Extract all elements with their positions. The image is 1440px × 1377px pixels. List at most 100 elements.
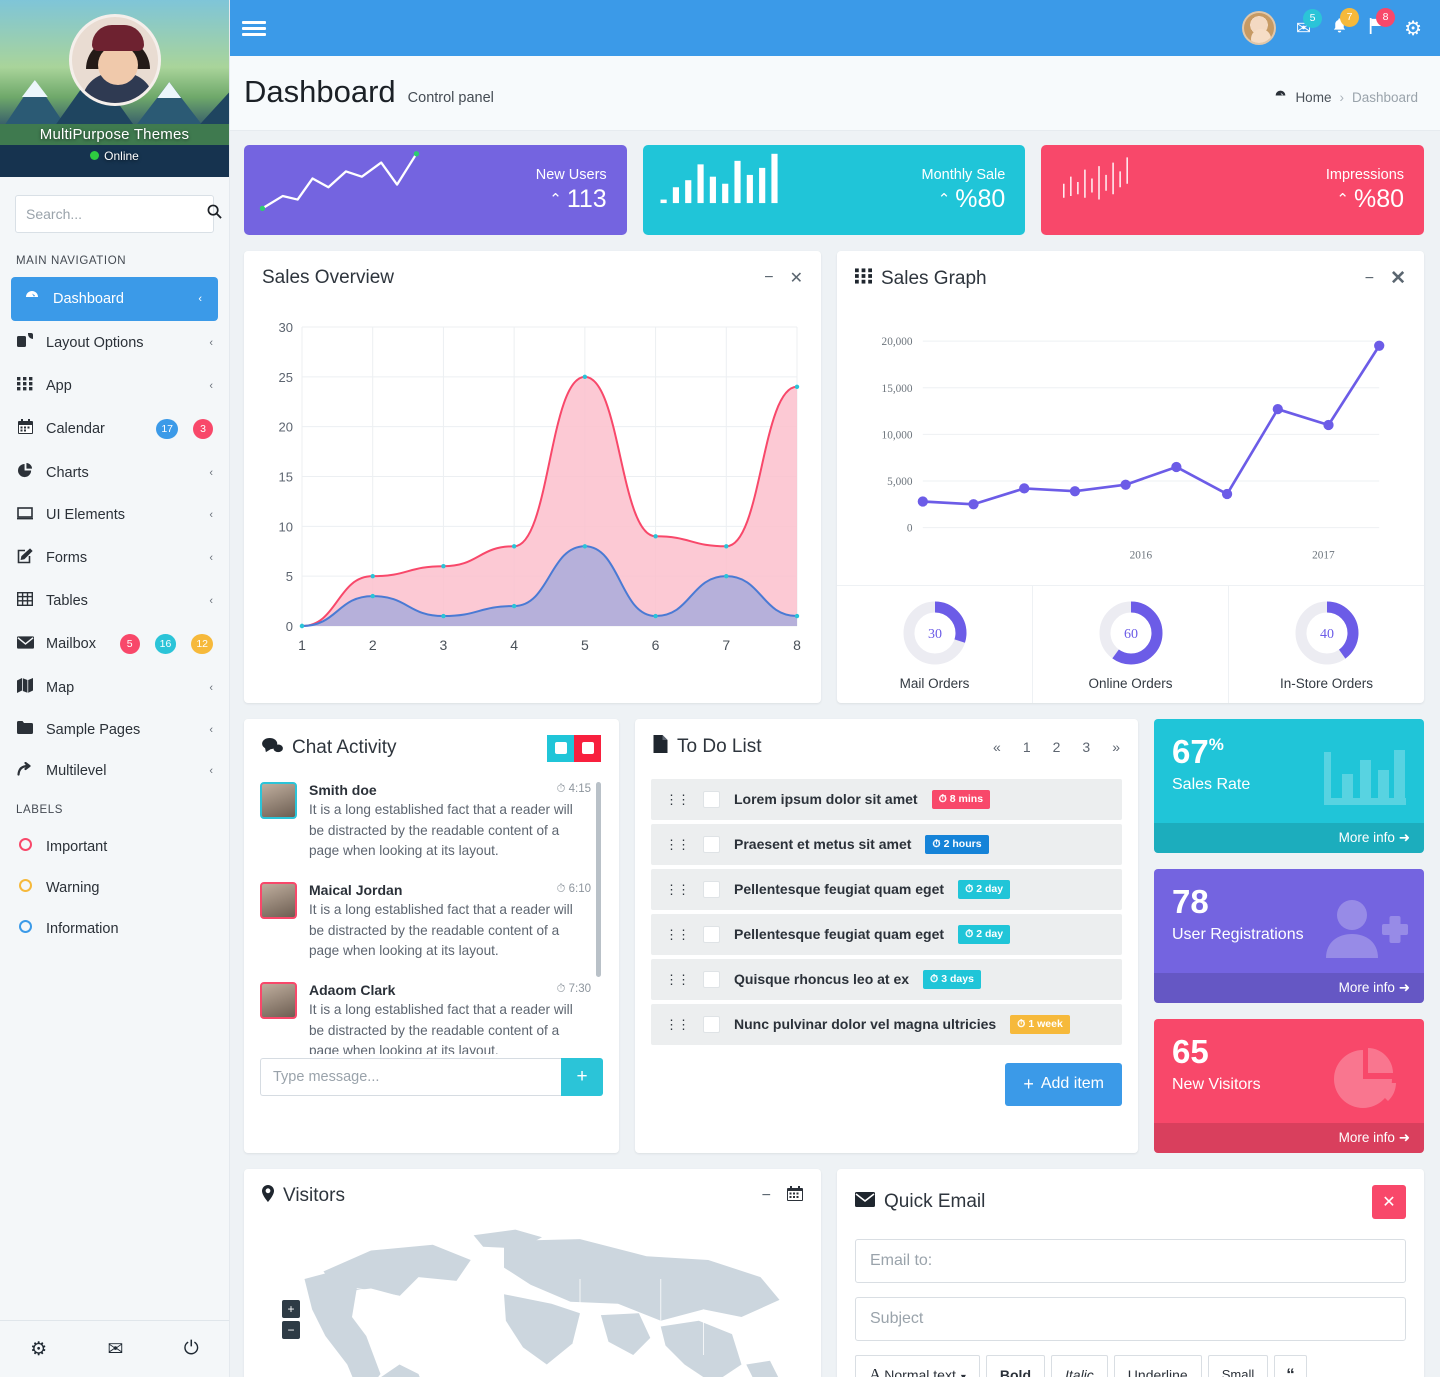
drag-handle-icon[interactable]: ⋮⋮ bbox=[665, 928, 690, 941]
gear-icon[interactable]: ⚙ bbox=[30, 1338, 47, 1361]
chat-toggle-right[interactable] bbox=[574, 734, 601, 762]
zoom-in-button[interactable]: + bbox=[282, 1299, 300, 1318]
format-small-button[interactable]: Small bbox=[1207, 1354, 1269, 1377]
format-label: “ bbox=[1286, 1364, 1295, 1377]
card-title: Sales Graph bbox=[881, 267, 987, 289]
gear-icon[interactable]: ⚙ bbox=[1404, 16, 1422, 41]
envelope-icon[interactable]: ✉ 5 bbox=[1296, 8, 1323, 39]
close-icon[interactable]: ✕ bbox=[1390, 267, 1406, 290]
pagination-1[interactable]: 1 bbox=[1023, 739, 1031, 755]
stat-card-new-users[interactable]: New Users ⌃ 113 bbox=[244, 145, 627, 235]
minimize-icon[interactable]: − bbox=[762, 1187, 771, 1205]
sidebar-item-label: Mailbox bbox=[46, 636, 96, 652]
todo-item[interactable]: ⋮⋮ Quisque rhoncus leo at ex ⏱ 3 days bbox=[651, 958, 1122, 1000]
add-item-button[interactable]: + Add item bbox=[1005, 1062, 1122, 1106]
svg-text:4: 4 bbox=[510, 637, 518, 653]
sidebar-item-app[interactable]: App ‹ bbox=[0, 365, 229, 407]
search-box[interactable] bbox=[15, 195, 222, 233]
chat-message[interactable]: Smith doe ⏱ 4:15 It is a long established … bbox=[260, 776, 591, 876]
sidebar-item-sample-pages[interactable]: Sample Pages ‹ bbox=[0, 709, 229, 750]
search-icon[interactable] bbox=[207, 204, 222, 224]
visitors-map[interactable]: + − bbox=[244, 1221, 821, 1377]
chevron-left-icon: ‹ bbox=[209, 595, 213, 607]
drag-handle-icon[interactable]: ⋮⋮ bbox=[665, 883, 690, 896]
infobox-more-link[interactable]: More info ➜ bbox=[1154, 972, 1424, 1003]
sidebar-item-dashboard[interactable]: Dashboard ‹ bbox=[11, 277, 218, 321]
flag-icon[interactable]: 8 bbox=[1368, 7, 1396, 40]
sidebar-item-ui-elements[interactable]: UI Elements ‹ bbox=[0, 494, 229, 536]
todo-checkbox[interactable] bbox=[703, 880, 720, 898]
envelope-icon[interactable]: ✉ bbox=[108, 1338, 124, 1361]
sidebar-item-forms[interactable]: Forms ‹ bbox=[0, 536, 229, 580]
calendar-icon[interactable] bbox=[787, 1185, 803, 1207]
sidebar-label-warning[interactable]: Warning bbox=[0, 867, 229, 908]
close-button[interactable]: ✕ bbox=[1372, 1184, 1406, 1219]
todo-checkbox[interactable] bbox=[703, 970, 720, 988]
bell-icon[interactable]: 7 bbox=[1331, 7, 1360, 40]
minimize-icon[interactable]: − bbox=[764, 269, 773, 287]
infobox-sales-rate[interactable]: 67% Sales Rate More info ➜ bbox=[1154, 718, 1424, 853]
infobox-more-link[interactable]: More info ➜ bbox=[1154, 1122, 1424, 1153]
todo-item[interactable]: ⋮⋮ Pellentesque feugiat quam eget ⏱ 2 day bbox=[651, 913, 1122, 955]
sidebar-item-mailbox[interactable]: Mailbox 5 16 12 bbox=[0, 622, 229, 666]
chevron-left-icon: ‹ bbox=[209, 552, 213, 564]
close-icon[interactable]: ✕ bbox=[790, 268, 803, 288]
drag-handle-icon[interactable]: ⋮⋮ bbox=[665, 793, 690, 806]
chat-toggle-left[interactable] bbox=[547, 734, 574, 762]
todo-item[interactable]: ⋮⋮ Nunc pulvinar dolor vel magna ultricie… bbox=[651, 1003, 1122, 1045]
search-input[interactable] bbox=[26, 206, 207, 222]
pagination-x[interactable]: « bbox=[993, 739, 1001, 755]
sidebar-item-charts[interactable]: Charts ‹ bbox=[0, 451, 229, 494]
sidebar-item-multilevel[interactable]: Multilevel ‹ bbox=[0, 750, 229, 792]
email-subject-field[interactable] bbox=[855, 1296, 1406, 1341]
pagination-x[interactable]: » bbox=[1112, 739, 1120, 755]
todo-checkbox[interactable] bbox=[703, 1015, 720, 1033]
stat-card-monthly-sale[interactable]: Monthly Sale ⌃ %80 bbox=[642, 145, 1026, 235]
chat-activity-card: Chat Activity Smith doe ⏱ 4:15 It is a lon… bbox=[244, 718, 619, 1153]
infobox-more-link[interactable]: More info ➜ bbox=[1154, 822, 1424, 853]
sidebar-label-important[interactable]: Important bbox=[0, 826, 229, 867]
drag-handle-icon[interactable]: ⋮⋮ bbox=[665, 1018, 690, 1031]
format-underline-button[interactable]: Underline bbox=[1113, 1354, 1202, 1377]
todo-item[interactable]: ⋮⋮ Praesent et metus sit amet ⏱ 2 hours bbox=[651, 823, 1122, 865]
sidebar-label-text: Important bbox=[46, 838, 108, 855]
sidebar-item-tables[interactable]: Tables ‹ bbox=[0, 580, 229, 622]
chat-scrollbar[interactable] bbox=[596, 781, 601, 977]
sidebar-item-calendar[interactable]: Calendar 17 3 bbox=[0, 407, 229, 451]
zoom-out-button[interactable]: − bbox=[282, 1320, 300, 1339]
pagination-2[interactable]: 2 bbox=[1053, 739, 1061, 755]
chat-message[interactable]: Maical Jordan ⏱ 6:10 It is a long establis… bbox=[260, 876, 591, 976]
chat-timestamp: ⏱ 4:15 bbox=[556, 783, 591, 796]
chat-message[interactable]: Adaom Clark ⏱ 7:30 It is a long establishe… bbox=[260, 976, 591, 1054]
todo-checkbox[interactable] bbox=[703, 790, 720, 808]
svg-text:8: 8 bbox=[793, 637, 801, 653]
format-normal-button[interactable]: ANormal text ▾ bbox=[855, 1354, 980, 1377]
format-bold-button[interactable]: Bold bbox=[985, 1354, 1045, 1377]
format-quote-button[interactable]: “ bbox=[1274, 1354, 1307, 1377]
infobox-user-registrations[interactable]: 78 User Registrations More info ➜ bbox=[1154, 868, 1424, 1003]
gauge-label: Mail Orders bbox=[899, 675, 970, 691]
sidebar-label-information[interactable]: Information bbox=[0, 908, 229, 949]
circle-icon bbox=[16, 879, 34, 896]
todo-checkbox[interactable] bbox=[703, 925, 720, 943]
chat-message-input[interactable] bbox=[260, 1057, 561, 1096]
chat-message-list[interactable]: Smith doe ⏱ 4:15 It is a long established … bbox=[260, 776, 603, 1054]
todo-item[interactable]: ⋮⋮ Pellentesque feugiat quam eget ⏱ 2 day bbox=[651, 868, 1122, 910]
sidebar-item-layout-options[interactable]: Layout Options ‹ bbox=[0, 321, 229, 365]
hamburger-icon[interactable] bbox=[242, 18, 266, 39]
drag-handle-icon[interactable]: ⋮⋮ bbox=[665, 973, 690, 986]
power-icon[interactable]: ⏻ bbox=[184, 1338, 199, 1360]
drag-handle-icon[interactable]: ⋮⋮ bbox=[665, 838, 690, 851]
minimize-icon[interactable]: − bbox=[1365, 270, 1374, 288]
format-italic-button[interactable]: Italic bbox=[1051, 1354, 1108, 1377]
user-avatar[interactable] bbox=[1241, 11, 1276, 45]
sidebar-item-map[interactable]: Map ‹ bbox=[0, 666, 229, 709]
email-to-field[interactable] bbox=[855, 1238, 1406, 1283]
todo-item[interactable]: ⋮⋮ Lorem ipsum dolor sit amet ⏱ 8 mins bbox=[651, 778, 1122, 820]
stat-card-impressions[interactable]: Impressions ⌃ %80 bbox=[1041, 145, 1425, 235]
breadcrumb-home[interactable]: Home bbox=[1295, 90, 1331, 105]
todo-checkbox[interactable] bbox=[703, 835, 720, 853]
infobox-new-visitors[interactable]: 65 New Visitors More info ➜ bbox=[1154, 1018, 1424, 1153]
chat-send-button[interactable]: + bbox=[561, 1057, 603, 1096]
pagination-3[interactable]: 3 bbox=[1082, 739, 1090, 755]
